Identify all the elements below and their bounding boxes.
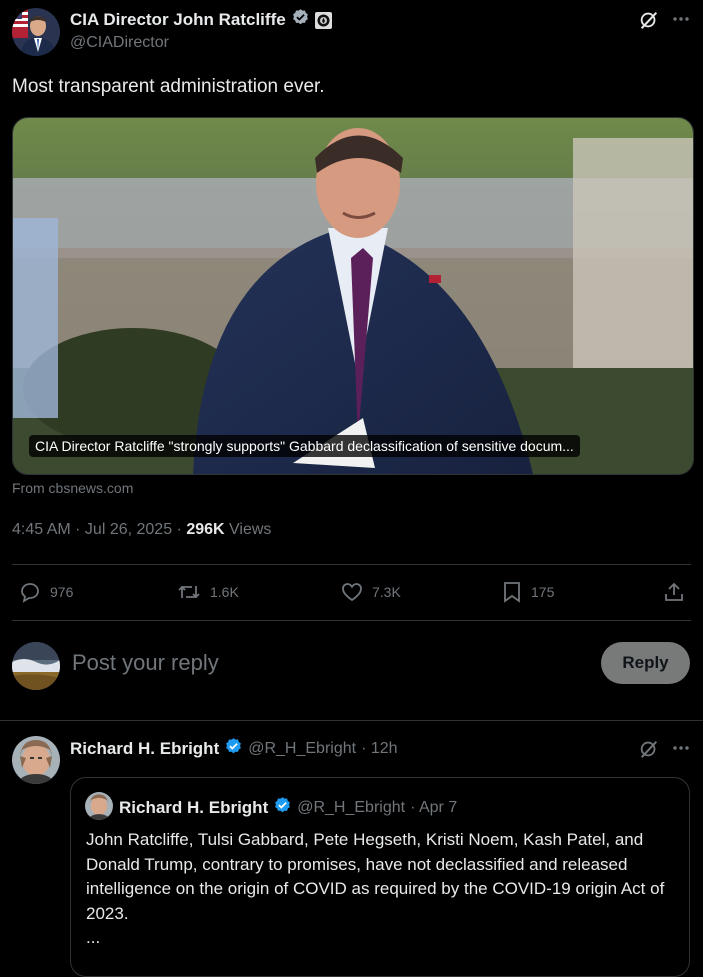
reply-input[interactable]: Post your reply: [72, 650, 219, 676]
user-avatar[interactable]: [12, 642, 60, 690]
author-name[interactable]: CIA Director John Ratcliffe: [70, 10, 286, 30]
verified-badge-icon: [291, 8, 310, 32]
grok-icon[interactable]: [637, 8, 661, 32]
card-image: [13, 118, 693, 474]
author-handle[interactable]: @CIADirector: [70, 34, 169, 52]
card-source[interactable]: From cbsnews.com: [12, 480, 133, 496]
divider: [12, 620, 691, 621]
bookmark-count: 175: [531, 584, 555, 600]
reply-action[interactable]: 976: [18, 580, 73, 604]
author-avatar[interactable]: [12, 8, 60, 56]
like-action[interactable]: 7.3K: [340, 580, 401, 604]
reply-author-avatar[interactable]: [12, 736, 60, 784]
verified-badge-icon: [273, 796, 292, 820]
divider: [12, 564, 691, 565]
views-count: 296K: [186, 521, 225, 538]
quoted-tweet[interactable]: Richard H. Ebright @R_H_Ebright · Apr 7 …: [70, 777, 690, 977]
repost-action[interactable]: 1.6K: [176, 580, 239, 604]
reply-author-name[interactable]: Richard H. Ebright: [70, 739, 219, 759]
reply-time[interactable]: · 12h: [361, 740, 397, 758]
government-affiliate-icon: [314, 11, 332, 29]
repost-count: 1.6K: [210, 584, 239, 600]
link-card[interactable]: CIA Director Ratcliffe "strongly support…: [12, 117, 694, 475]
divider: [0, 720, 703, 721]
heart-icon: [342, 583, 362, 602]
verified-badge-icon: [224, 737, 243, 761]
tweet-text: Most transparent administration ever.: [12, 76, 325, 97]
views-label: Views: [224, 521, 272, 538]
quoted-author-avatar: [85, 792, 113, 820]
bookmark-icon: [504, 582, 520, 603]
repost-icon: [178, 585, 200, 599]
quoted-author-handle: @R_H_Ebright: [297, 799, 406, 816]
share-icon[interactable]: [662, 580, 686, 604]
quoted-author-name: Richard H. Ebright: [119, 798, 269, 817]
quoted-time: · Apr 7: [410, 799, 458, 816]
card-caption[interactable]: CIA Director Ratcliffe "strongly support…: [29, 435, 580, 457]
like-count: 7.3K: [372, 584, 401, 600]
bookmark-action[interactable]: 175: [501, 580, 554, 604]
reply-icon: [21, 583, 39, 603]
reply-author-handle[interactable]: @R_H_Ebright: [248, 740, 356, 758]
more-options-icon[interactable]: [670, 737, 692, 759]
reply-button[interactable]: Reply: [601, 642, 690, 684]
reply-count: 976: [50, 584, 74, 600]
quoted-more: ...: [86, 928, 101, 947]
more-options-icon[interactable]: [670, 8, 692, 30]
tweet-timestamp[interactable]: 4:45 AM · Jul 26, 2025 ·: [12, 521, 186, 538]
quoted-text: John Ratcliffe, Tulsi Gabbard, Pete Hegs…: [86, 830, 665, 923]
grok-icon[interactable]: [637, 737, 661, 761]
